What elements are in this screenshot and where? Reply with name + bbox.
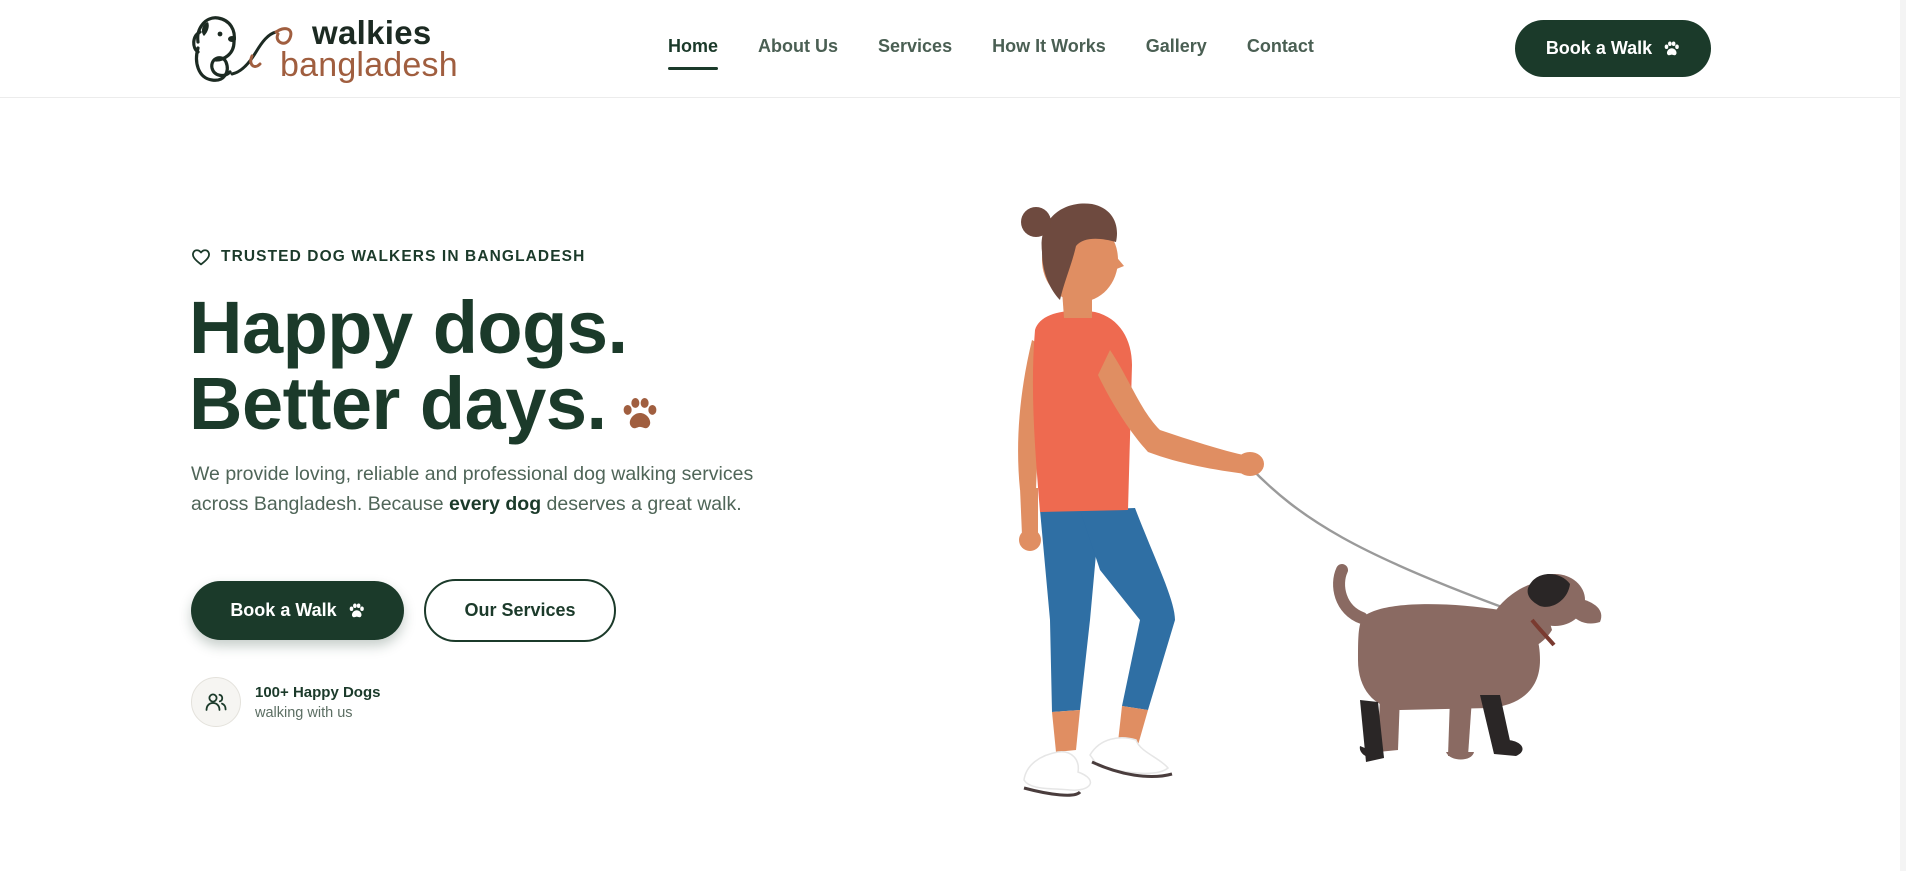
- nav-services[interactable]: Services: [878, 36, 952, 72]
- happy-dogs-stat: 100+ Happy Dogs walking with us: [191, 677, 380, 727]
- hero-description: We provide loving, reliable and professi…: [191, 459, 761, 519]
- hero-book-walk-button[interactable]: Book a Walk: [191, 581, 404, 640]
- site-header: walkies bangladesh Home About Us Service…: [0, 0, 1906, 98]
- hero-book-walk-label: Book a Walk: [230, 600, 337, 620]
- page-scrollbar[interactable]: [1900, 0, 1906, 871]
- stat-title: 100+ Happy Dogs: [255, 683, 381, 701]
- header-book-walk-button[interactable]: Book a Walk: [1515, 20, 1711, 77]
- hero-headline: Happy dogs. Better days.: [189, 290, 659, 443]
- our-services-button[interactable]: Our Services: [424, 579, 616, 642]
- paw-icon: [349, 603, 364, 617]
- stat-subtitle: walking with us: [255, 704, 353, 721]
- hero-eyebrow: TRUSTED DOG WALKERS IN BANGLADESH: [191, 248, 585, 266]
- main-nav: Home About Us Services How It Works Gall…: [668, 36, 1354, 72]
- nav-how-it-works[interactable]: How It Works: [992, 36, 1106, 72]
- users-icon: [205, 693, 227, 711]
- woman-walking-dog-illustration: [980, 190, 1640, 830]
- stat-icon-circle: [191, 677, 241, 727]
- nav-about-us[interactable]: About Us: [758, 36, 838, 72]
- nav-contact[interactable]: Contact: [1247, 36, 1314, 72]
- hero-eyebrow-text: TRUSTED DOG WALKERS IN BANGLADESH: [221, 248, 586, 265]
- hero-description-post: deserves a great walk.: [541, 493, 742, 515]
- our-services-label: Our Services: [464, 600, 576, 620]
- paw-icon: [1664, 41, 1679, 55]
- nav-gallery[interactable]: Gallery: [1146, 36, 1207, 72]
- headline-line-2: Better days.: [189, 362, 607, 445]
- nav-home[interactable]: Home: [668, 36, 719, 72]
- logo-text-bangladesh: bangladesh: [280, 46, 458, 84]
- paw-icon: [621, 367, 659, 443]
- logo[interactable]: walkies bangladesh: [190, 12, 460, 84]
- header-book-walk-label: Book a Walk: [1545, 38, 1653, 58]
- stat-text: 100+ Happy Dogs walking with us: [255, 684, 380, 721]
- hero-description-bold: every dog: [449, 493, 542, 515]
- heart-icon: [192, 249, 210, 266]
- headline-line-1: Happy dogs.: [189, 286, 628, 369]
